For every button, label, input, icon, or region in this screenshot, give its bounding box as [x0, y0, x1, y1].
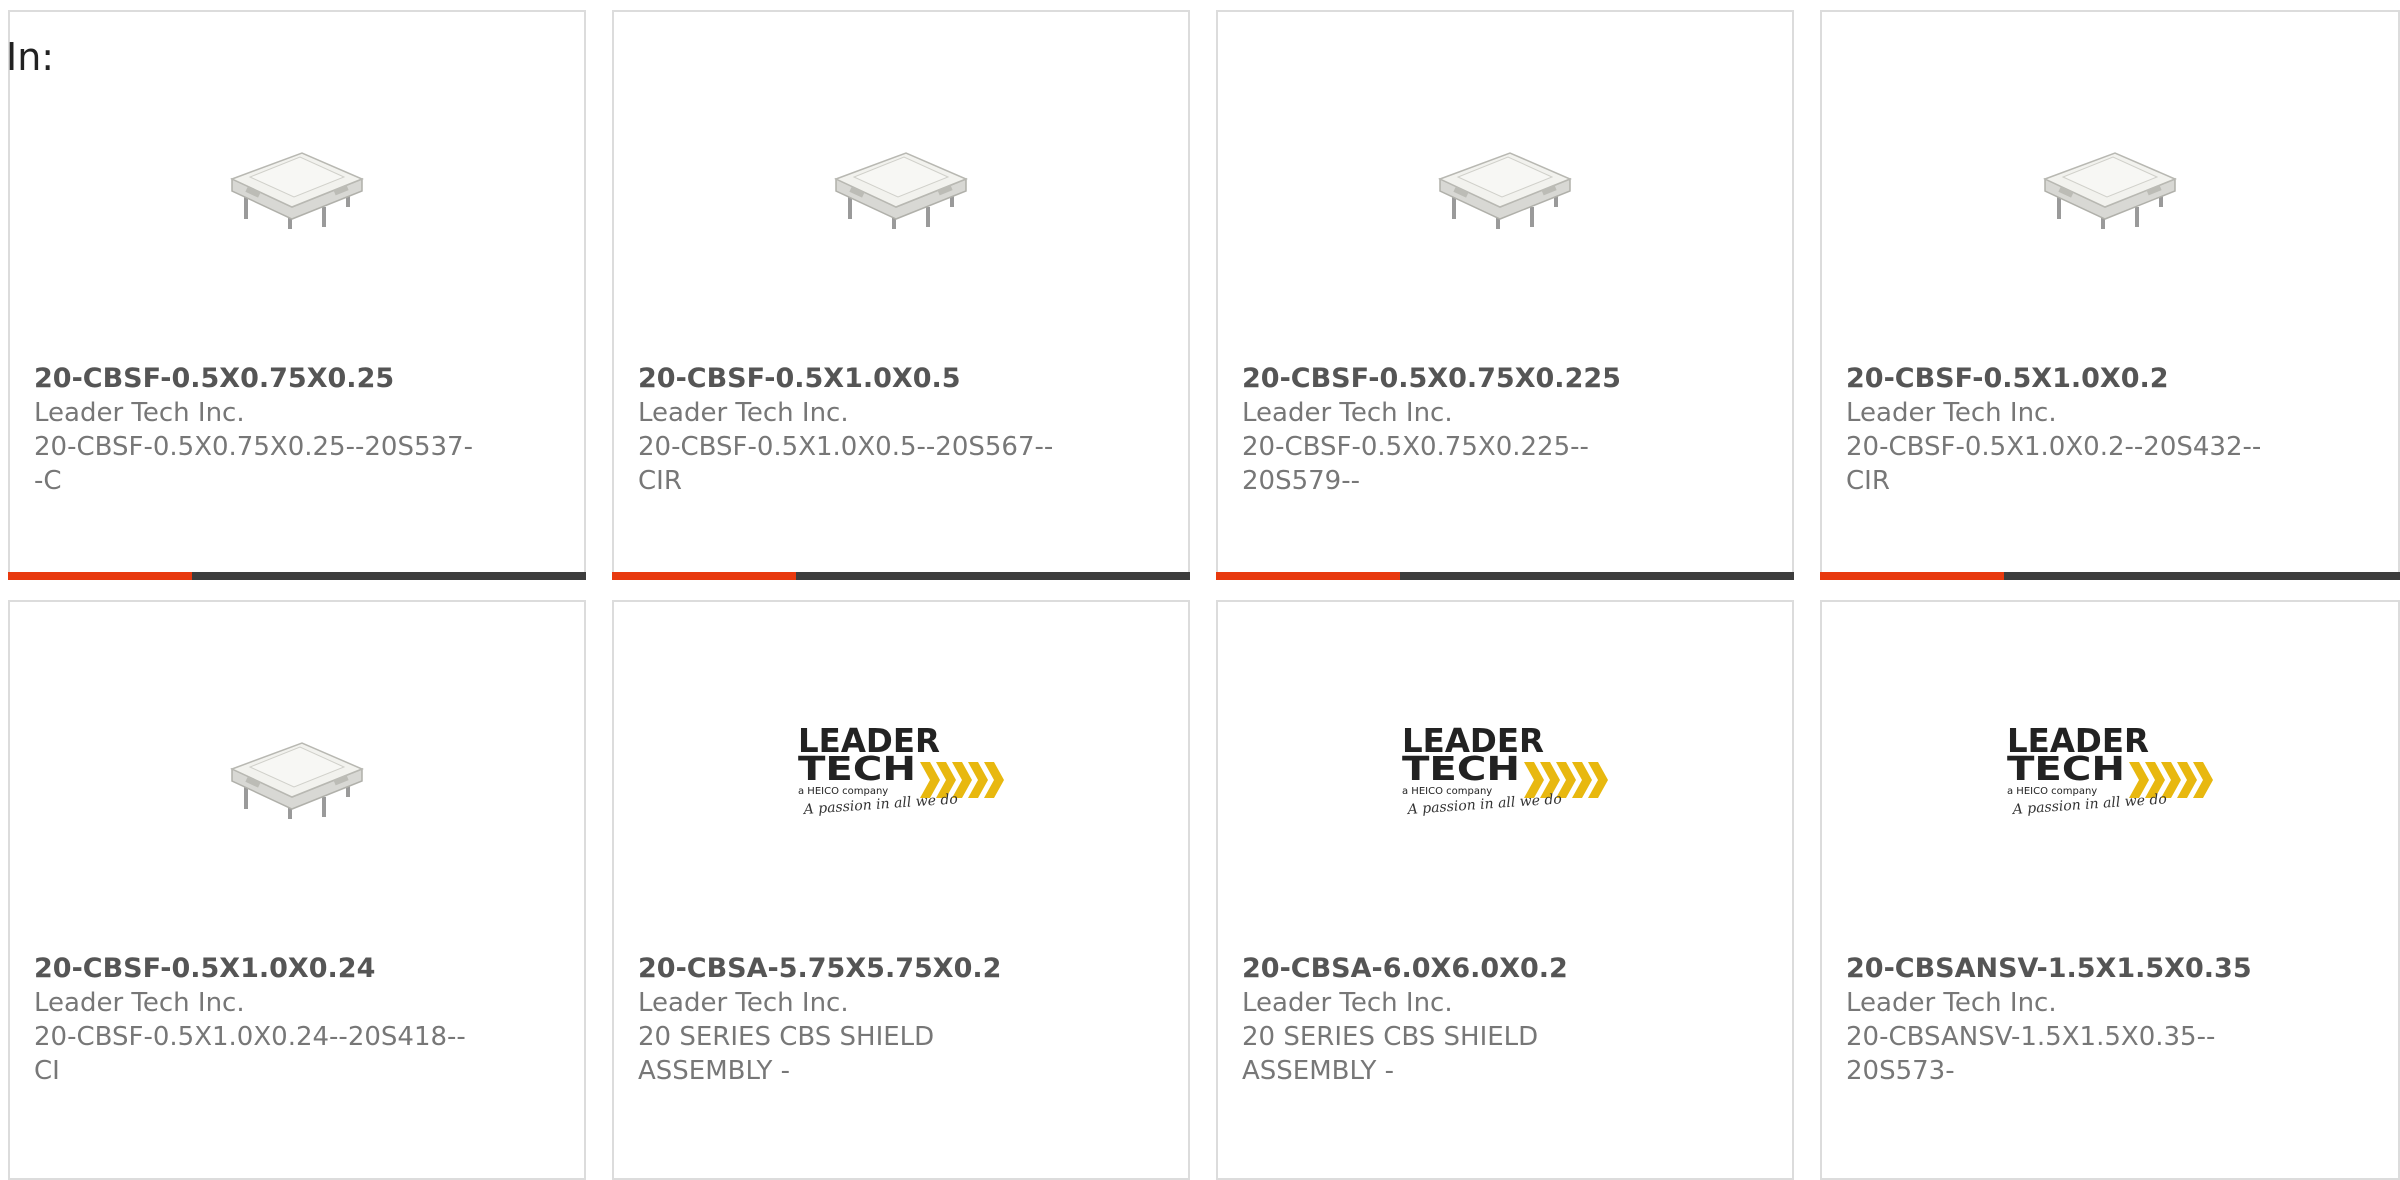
description-line: 20-CBSF-0.5X1.0X0.5--20S567--	[638, 432, 1054, 462]
accent-bar	[1216, 572, 1400, 580]
product-image[interactable]	[1218, 107, 1792, 257]
product-image[interactable]	[10, 697, 584, 847]
product-image[interactable]: LEADER TECH a HEICO company A passion in…	[1218, 697, 1792, 847]
manufacturer: Leader Tech Inc.	[34, 988, 245, 1018]
description-line: 20-CBSF-0.5X0.75X0.25--20S537-	[34, 432, 473, 462]
manufacturer: Leader Tech Inc.	[1242, 398, 1453, 428]
product-card[interactable]: LEADER TECH a HEICO company A passion in…	[1820, 600, 2400, 1180]
description-line: 20S573-	[1846, 1056, 1955, 1086]
product-image[interactable]	[1822, 107, 2398, 257]
description-line: 20-CBSF-0.5X1.0X0.2--20S432--	[1846, 432, 2262, 462]
svg-text:TECH: TECH	[1402, 749, 1520, 788]
filter-label: In:	[6, 35, 55, 79]
shield-product-icon	[834, 152, 968, 229]
accent-bar	[8, 572, 192, 580]
shield-product-icon	[230, 152, 364, 229]
card-bottom-bar	[8, 572, 586, 580]
description-line: CIR	[1846, 466, 1890, 496]
description-line: ASSEMBLY -	[1242, 1056, 1395, 1086]
shield-product-icon	[230, 742, 364, 819]
product-card[interactable]: 20-CBSF-0.5X1.0X0.24 Leader Tech Inc. 20…	[8, 600, 586, 1180]
product-grid: 20-CBSF-0.5X0.75X0.25 Leader Tech Inc. 2…	[0, 0, 2400, 1180]
product-image[interactable]: LEADER TECH a HEICO company A passion in…	[614, 697, 1188, 847]
part-number-link[interactable]: 20-CBSA-6.0X6.0X0.2	[1242, 952, 1682, 986]
shield-product-icon	[2043, 152, 2177, 229]
manufacturer: Leader Tech Inc.	[1242, 988, 1453, 1018]
product-card[interactable]: 20-CBSF-0.5X0.75X0.25 Leader Tech Inc. 2…	[8, 10, 586, 580]
product-image[interactable]: LEADER TECH a HEICO company A passion in…	[1822, 697, 2398, 847]
description-line: 20 SERIES CBS SHIELD	[638, 1022, 935, 1052]
description-line: 20-CBSANSV-1.5X1.5X0.35--	[1846, 1022, 2216, 1052]
shield-product-icon	[1438, 152, 1572, 229]
part-number-link[interactable]: 20-CBSF-0.5X1.0X0.24	[34, 952, 474, 986]
leader-tech-logo-icon: LEADER TECH a HEICO company A passion in…	[798, 722, 1004, 818]
leader-tech-logo-icon: LEADER TECH a HEICO company A passion in…	[2007, 722, 2213, 818]
manufacturer: Leader Tech Inc.	[1846, 988, 2057, 1018]
product-card[interactable]: LEADER TECH a HEICO company A passion in…	[1216, 600, 1794, 1180]
product-card[interactable]: 20-CBSF-0.5X0.75X0.225 Leader Tech Inc. …	[1216, 10, 1794, 580]
card-bottom-bar	[612, 572, 1190, 580]
manufacturer: Leader Tech Inc.	[638, 988, 849, 1018]
description-line: 20 SERIES CBS SHIELD	[1242, 1022, 1539, 1052]
description-line: 20S579--	[1242, 466, 1360, 496]
description-line: CIR	[638, 466, 682, 496]
product-image[interactable]	[614, 107, 1188, 257]
part-number-link[interactable]: 20-CBSF-0.5X0.75X0.25	[34, 362, 474, 396]
svg-text:a HEICO company: a HEICO company	[1402, 786, 1492, 797]
product-card[interactable]: 20-CBSF-0.5X1.0X0.2 Leader Tech Inc. 20-…	[1820, 10, 2400, 580]
description-line: 20-CBSF-0.5X0.75X0.225--	[1242, 432, 1589, 462]
product-card[interactable]: 20-CBSF-0.5X1.0X0.5 Leader Tech Inc. 20-…	[612, 10, 1190, 580]
manufacturer: Leader Tech Inc.	[1846, 398, 2057, 428]
accent-bar	[612, 572, 796, 580]
part-number-link[interactable]: 20-CBSANSV-1.5X1.5X0.35	[1846, 952, 2286, 986]
description-line: ASSEMBLY -	[638, 1056, 791, 1086]
svg-text:TECH: TECH	[798, 749, 916, 788]
product-image[interactable]	[10, 107, 584, 257]
card-bottom-bar	[1216, 572, 1794, 580]
svg-text:a HEICO company: a HEICO company	[798, 786, 888, 797]
leader-tech-logo-icon: LEADER TECH a HEICO company A passion in…	[1402, 722, 1608, 818]
svg-text:a HEICO company: a HEICO company	[2007, 786, 2097, 797]
part-number-link[interactable]: 20-CBSA-5.75X5.75X0.2	[638, 952, 1078, 986]
part-number-link[interactable]: 20-CBSF-0.5X1.0X0.5	[638, 362, 1078, 396]
accent-bar	[1820, 572, 2004, 580]
svg-text:TECH: TECH	[2007, 749, 2125, 788]
part-number-link[interactable]: 20-CBSF-0.5X1.0X0.2	[1846, 362, 2286, 396]
description-line: CI	[34, 1056, 60, 1086]
manufacturer: Leader Tech Inc.	[638, 398, 849, 428]
description-line: -C	[34, 466, 62, 496]
description-line: 20-CBSF-0.5X1.0X0.24--20S418--	[34, 1022, 466, 1052]
product-card[interactable]: LEADER TECH a HEICO company A passion in…	[612, 600, 1190, 1180]
card-bottom-bar	[1820, 572, 2400, 580]
part-number-link[interactable]: 20-CBSF-0.5X0.75X0.225	[1242, 362, 1682, 396]
manufacturer: Leader Tech Inc.	[34, 398, 245, 428]
